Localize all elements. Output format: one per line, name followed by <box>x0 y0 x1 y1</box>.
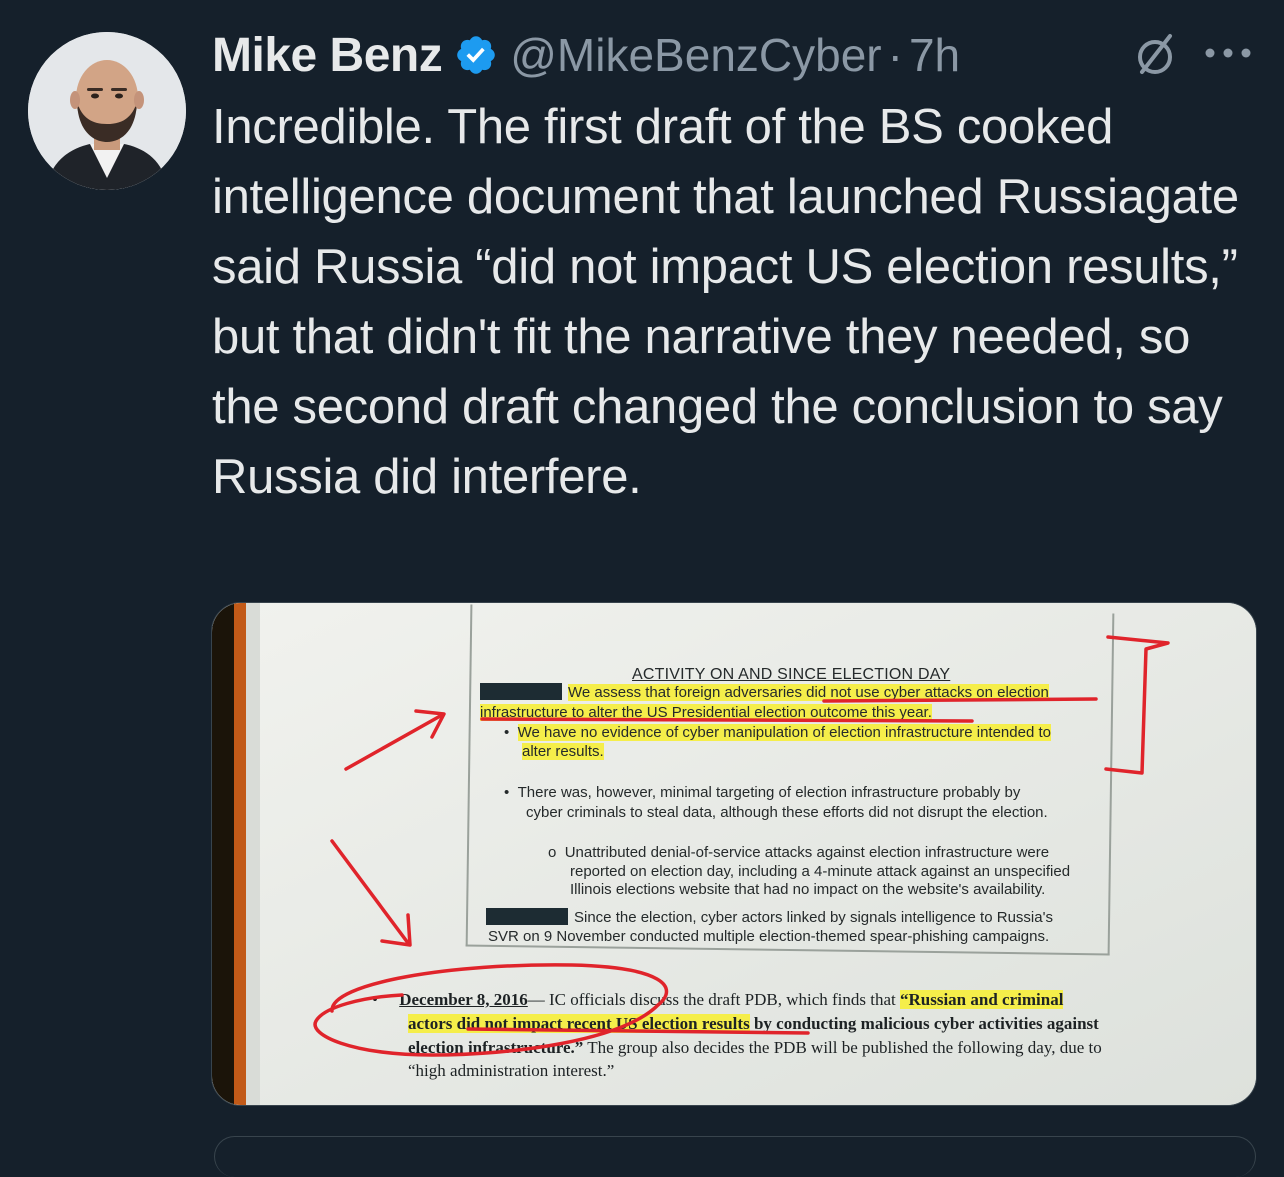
doc-line-1: We assess that foreign adversaries did n… <box>480 683 1049 702</box>
tweet[interactable]: Mike Benz @MikeBenzCyber · 7h Incredible… <box>0 0 1284 1177</box>
verified-badge-icon[interactable] <box>454 33 498 77</box>
author-handle[interactable]: @MikeBenzCyber <box>510 28 881 82</box>
inner-page-outline <box>465 604 1115 956</box>
separator-dot: · <box>887 29 903 81</box>
doc-sub-line-3: Illinois elections website that had no i… <box>570 881 1046 898</box>
doc-sub-line-2: reported on election day, including a 4-… <box>570 863 1071 880</box>
tweet-header: Mike Benz @MikeBenzCyber · 7h <box>212 24 1262 86</box>
doc-sub-line-1: o Unattributed denial-of-service attacks… <box>548 844 1050 861</box>
doc-title: ACTIVITY ON AND SINCE ELECTION DAY <box>632 666 951 683</box>
doc-bullet-2-line-1: • There was, however, minimal targeting … <box>504 784 1021 801</box>
timeline-line-1: • December 8, 2016— IC officials discuss… <box>372 990 1064 1009</box>
redaction-block <box>480 683 562 700</box>
next-card-edge <box>214 1136 1256 1177</box>
timeline-line-3: election infrastructure.” The group also… <box>408 1038 1102 1057</box>
tweet-timestamp[interactable]: 7h <box>909 28 960 82</box>
author-name[interactable]: Mike Benz <box>212 28 443 83</box>
avatar[interactable] <box>28 32 186 190</box>
doc-bullet-1-line-1: • We have no evidence of cyber manipulat… <box>504 724 1051 741</box>
doc-svr-line-1: Since the election, cyber actors linked … <box>486 908 1053 927</box>
more-icon[interactable] <box>1202 38 1254 68</box>
folder-edge <box>212 603 260 1105</box>
grok-icon[interactable] <box>1130 30 1180 80</box>
tweet-media-image[interactable]: ACTIVITY ON AND SINCE ELECTION DAY We as… <box>211 602 1257 1106</box>
timeline-line-4: “high administration interest.” <box>408 1061 615 1080</box>
doc-svr-line-2: SVR on 9 November conducted multiple ele… <box>488 928 1050 945</box>
timeline-line-2: actors did not impact recent US election… <box>408 1014 1099 1033</box>
redaction-block <box>486 908 568 925</box>
doc-line-2: infrastructure to alter the US President… <box>480 704 932 721</box>
tweet-text: Incredible. The first draft of the BS co… <box>212 100 1239 504</box>
doc-bullet-2-line-2: cyber criminals to steal data, although … <box>526 804 1048 821</box>
doc-bullet-1-line-2: alter results. <box>522 743 604 760</box>
